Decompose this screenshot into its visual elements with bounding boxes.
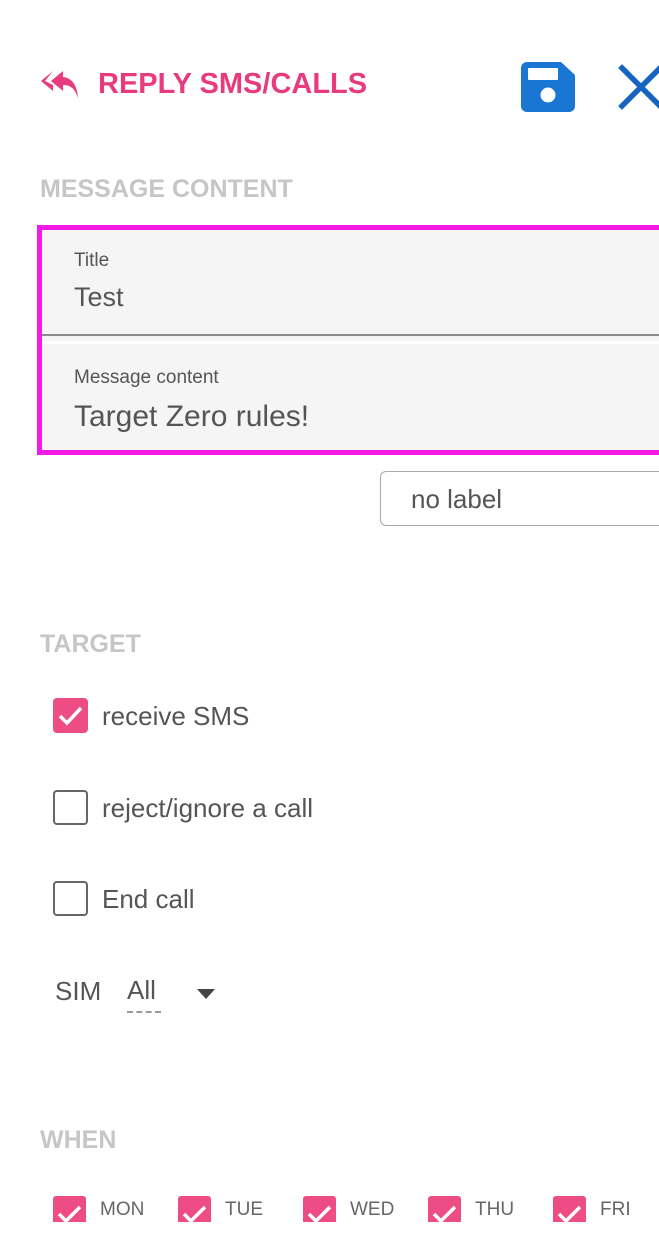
receive-sms-checkbox[interactable]: [53, 698, 88, 733]
section-title-message-content: MESSAGE CONTENT: [40, 175, 293, 203]
day-thursday-label: THU: [475, 1199, 515, 1220]
sim-select-underline: [127, 1011, 161, 1013]
reject-call-checkbox[interactable]: [53, 790, 88, 825]
day-wednesday-checkbox[interactable]: [303, 1196, 336, 1222]
floppy-disk-icon: [521, 62, 575, 112]
sim-select-value[interactable]: All: [127, 975, 156, 1006]
day-monday-checkbox[interactable]: [53, 1196, 86, 1222]
message-content-field-label: Message content: [74, 367, 219, 388]
reject-call-label: reject/ignore a call: [102, 793, 313, 823]
label-select[interactable]: no label: [380, 471, 659, 526]
day-friday-label: FRI: [600, 1199, 631, 1220]
receive-sms-label: receive SMS: [102, 701, 250, 731]
day-tuesday-label: TUE: [225, 1199, 263, 1220]
end-call-label: End call: [102, 884, 195, 914]
close-button[interactable]: [616, 62, 659, 112]
end-call-checkbox[interactable]: [53, 881, 88, 916]
page-title: REPLY SMS/CALLS: [98, 68, 368, 100]
dropdown-arrow-icon[interactable]: [197, 986, 215, 999]
message-content-field-value[interactable]: Target Zero rules!: [74, 400, 309, 434]
label-select-value: no label: [411, 484, 503, 514]
day-tuesday-checkbox[interactable]: [178, 1196, 211, 1222]
title-field-label: Title: [74, 250, 110, 271]
day-wednesday-label: WED: [350, 1199, 395, 1220]
title-field[interactable]: Title Test: [42, 230, 659, 336]
title-field-value[interactable]: Test: [74, 282, 124, 313]
section-title-when: WHEN: [40, 1126, 117, 1154]
reply-all-icon[interactable]: [40, 68, 80, 102]
day-friday-checkbox[interactable]: [553, 1196, 586, 1222]
close-icon: [618, 64, 659, 110]
day-thursday-checkbox[interactable]: [428, 1196, 461, 1222]
message-fields-group: Title Test Message content Target Zero r…: [37, 225, 659, 455]
section-title-target: TARGET: [40, 630, 141, 658]
day-monday-label: MON: [100, 1199, 145, 1220]
message-content-field[interactable]: Message content Target Zero rules!: [42, 341, 659, 450]
save-button[interactable]: [521, 62, 575, 112]
sim-label: SIM: [55, 976, 102, 1006]
